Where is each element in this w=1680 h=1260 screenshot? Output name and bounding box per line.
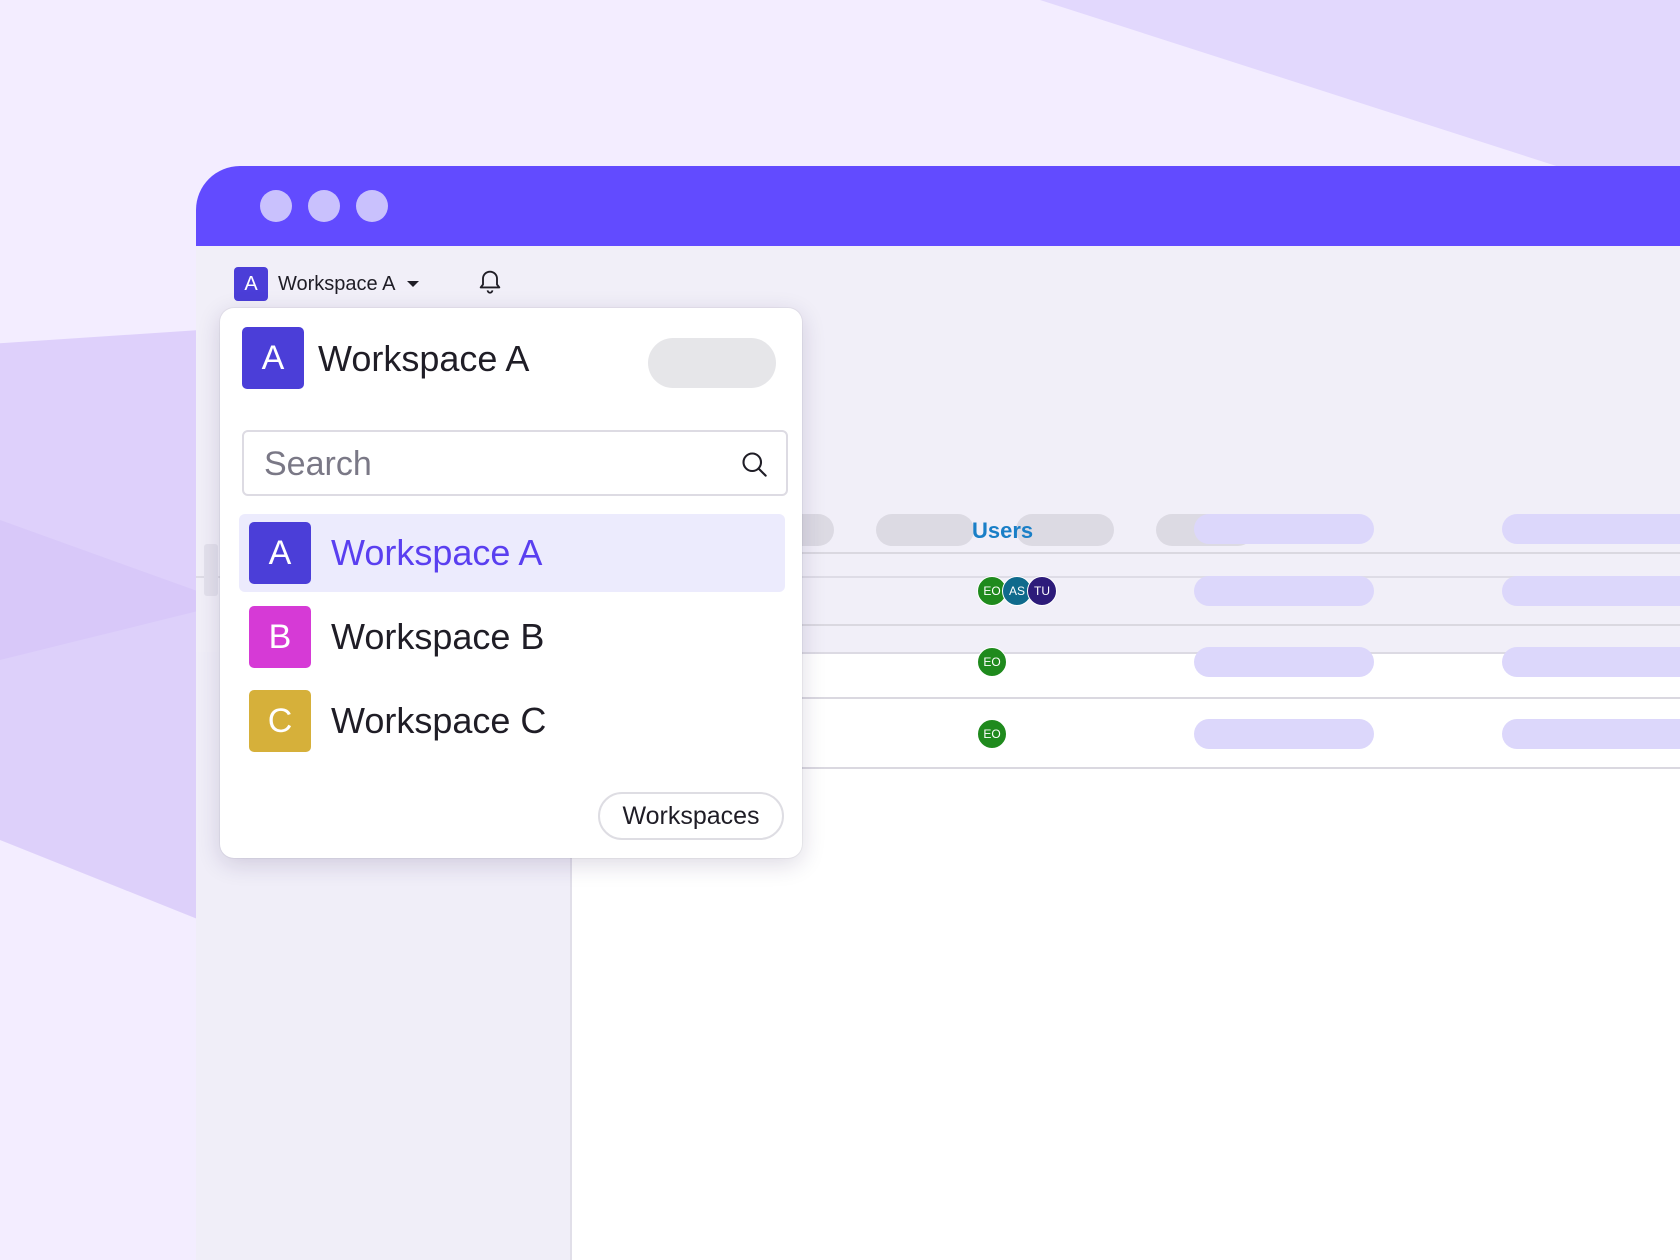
avatar: EO <box>977 647 1007 677</box>
workspace-switcher-label: Workspace A <box>278 272 396 295</box>
avatar: EO <box>977 719 1007 749</box>
workspace-item-label: Workspace C <box>331 700 547 741</box>
workspace-item-a[interactable]: A Workspace A <box>239 514 785 592</box>
workspace-item-label: Workspace A <box>331 532 543 573</box>
window-control-dot[interactable] <box>308 190 340 222</box>
column-header-placeholder <box>1194 514 1374 544</box>
window-control-dot[interactable] <box>260 190 292 222</box>
background-shape <box>1040 0 1680 180</box>
users-column-header[interactable]: Users <box>972 518 1033 544</box>
cell-placeholder <box>1194 647 1374 677</box>
current-workspace-badge: A <box>242 327 304 389</box>
caret-down-icon <box>407 281 420 287</box>
workspace-badge: A <box>234 267 268 301</box>
cell-placeholder <box>1194 576 1374 606</box>
workspace-badge: A <box>249 522 311 584</box>
header-action-placeholder[interactable] <box>648 338 776 388</box>
workspace-badge: B <box>249 606 311 668</box>
search-icon[interactable] <box>740 450 768 478</box>
search-input[interactable] <box>262 438 726 490</box>
column-header-placeholder <box>1502 514 1680 544</box>
window-control-dot[interactable] <box>356 190 388 222</box>
current-workspace-title: Workspace A <box>318 338 530 379</box>
cell-placeholder <box>1194 719 1374 749</box>
workspace-item-label: Workspace B <box>331 616 545 657</box>
tab-placeholder[interactable] <box>876 514 974 546</box>
workspace-item-c[interactable]: C Workspace C <box>239 682 785 760</box>
workspace-item-b[interactable]: B Workspace B <box>239 598 785 676</box>
cell-placeholder <box>1502 576 1680 606</box>
bell-icon[interactable] <box>476 266 504 296</box>
avatar: TU <box>1027 576 1057 606</box>
window-titlebar <box>196 166 1680 246</box>
workspace-dropdown: A Workspace A A Workspace A B Workspace … <box>220 308 802 858</box>
workspace-search <box>242 430 788 496</box>
cell-placeholder <box>1502 719 1680 749</box>
cell-placeholder <box>1502 647 1680 677</box>
workspace-switcher[interactable]: A Workspace A <box>234 266 420 302</box>
workspace-badge: C <box>249 690 311 752</box>
workspaces-button[interactable]: Workspaces <box>598 792 784 840</box>
sidebar-item-indicator[interactable] <box>204 544 218 596</box>
